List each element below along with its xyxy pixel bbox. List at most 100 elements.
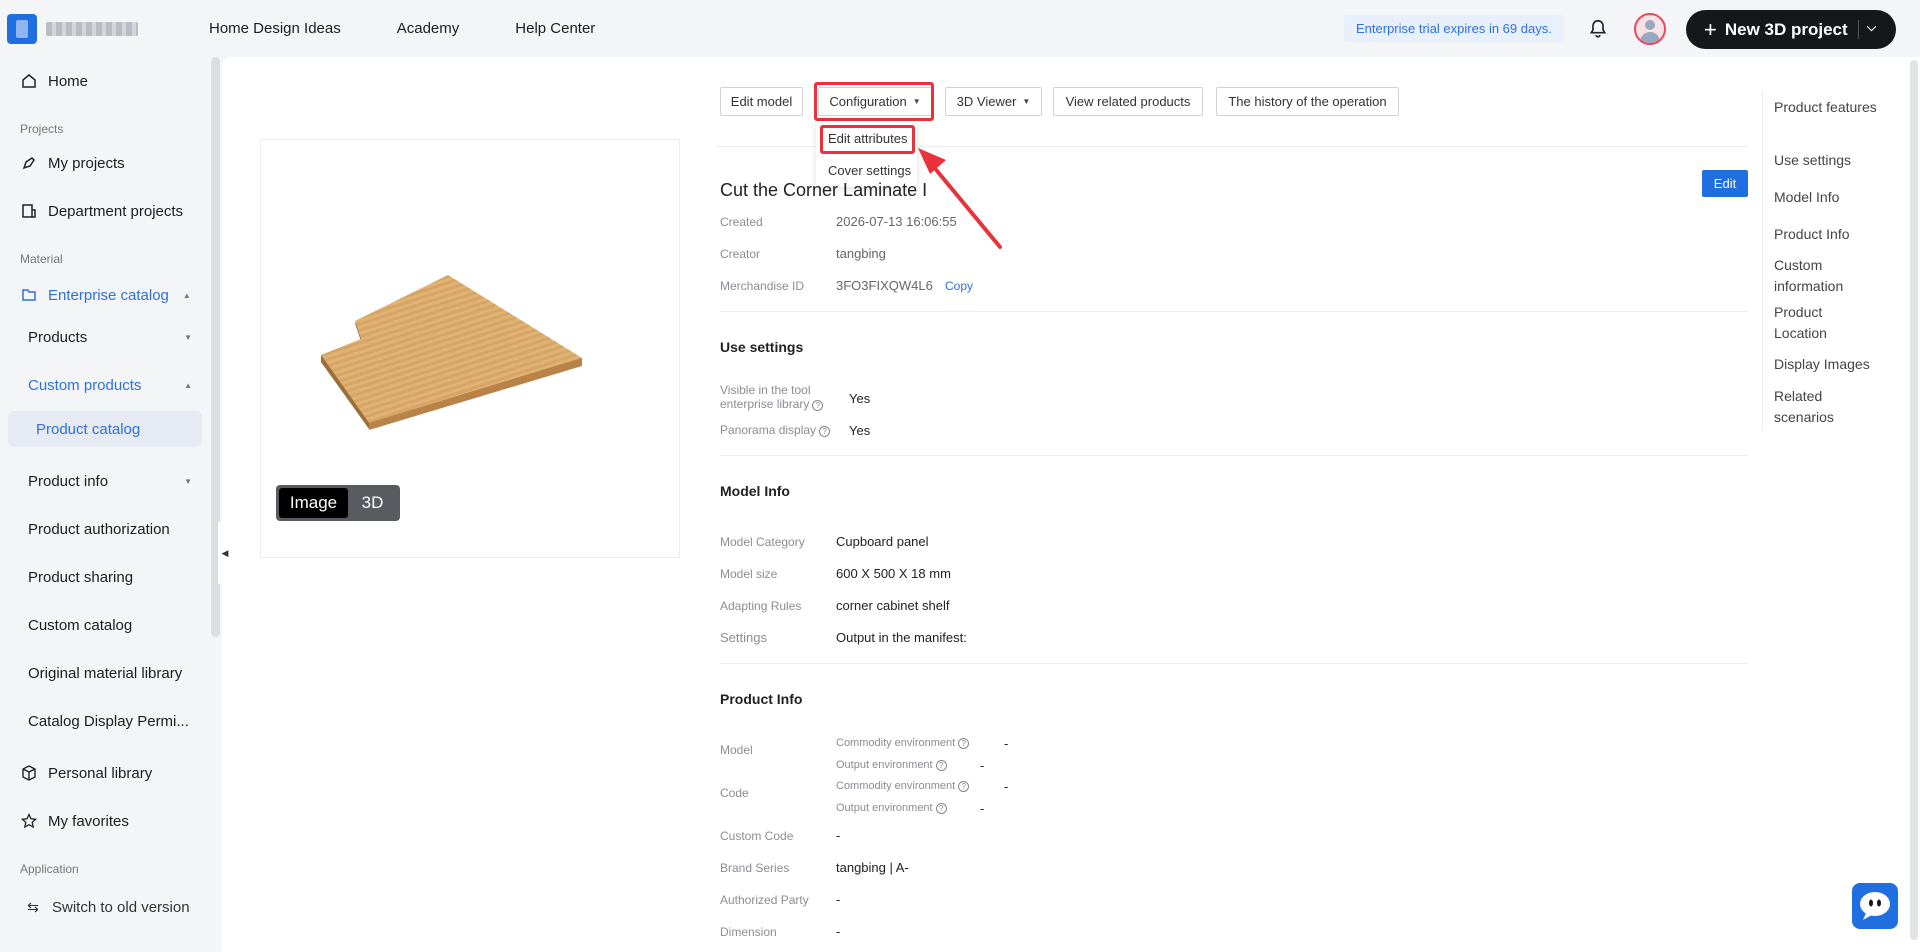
group-application: Application	[20, 862, 79, 876]
brand-series-value: tangbing | A-	[836, 860, 909, 875]
logo-icon[interactable]	[7, 14, 37, 44]
toggle-image[interactable]: Image	[279, 488, 348, 518]
annotation-arrow-icon	[918, 148, 1002, 249]
anchor-product-location[interactable]: Product Location	[1774, 302, 1854, 344]
trial-badge[interactable]: Enterprise trial expires in 69 days.	[1344, 15, 1564, 42]
sidebar-item-product-authorization[interactable]: Product authorization	[28, 521, 188, 538]
sidebar-label: Personal library	[48, 764, 153, 782]
sidebar-item-department-projects[interactable]: Department projects	[20, 202, 183, 220]
authorized-party-label: Authorized Party	[720, 893, 809, 907]
folder-icon	[20, 286, 38, 304]
sidebar-item-custom-catalog[interactable]: Custom catalog	[28, 617, 188, 634]
product-title: Cut the Corner Laminate I	[720, 180, 928, 200]
sidebar-item-switch-old-version[interactable]: ⇆ Switch to old version	[24, 898, 190, 916]
settings-value: Output in the manifest:	[836, 630, 967, 645]
nav-academy[interactable]: Academy	[397, 20, 460, 37]
menu-item-cover-settings[interactable]: Cover settings	[828, 163, 911, 178]
help-icon[interactable]: ?	[935, 760, 947, 771]
sidebar-item-product-sharing[interactable]: Product sharing	[28, 569, 188, 586]
dimension-label: Dimension	[720, 925, 777, 939]
sidebar-item-my-projects[interactable]: My projects	[20, 154, 125, 172]
help-icon[interactable]: ?	[958, 781, 970, 792]
code-label: Code	[720, 786, 749, 800]
anchor-product-info[interactable]: Product Info	[1774, 224, 1884, 245]
visible-label-line2: enterprise library	[720, 397, 810, 411]
new-3d-project-button[interactable]: + New 3D project ⌵	[1686, 10, 1896, 49]
sidebar-label: Product catalog	[36, 421, 141, 438]
help-icon[interactable]: ?	[819, 426, 831, 437]
collapse-sidebar-toggle[interactable]: ◀	[218, 522, 232, 584]
chevron-down-icon: ▼	[184, 333, 192, 342]
nav-help-center[interactable]: Help Center	[515, 20, 595, 37]
custom-code-value: -	[836, 828, 841, 843]
view-related-products-button[interactable]: View related products	[1053, 87, 1203, 116]
model-commodity-env: Commodity environment?	[836, 737, 970, 749]
env-label: Commodity environment	[836, 780, 956, 792]
env-label: Output environment	[836, 759, 933, 771]
chevron-down-icon: ▼	[184, 477, 192, 486]
sidebar-label: Products	[28, 329, 88, 346]
anchor-display-images[interactable]: Display Images	[1774, 354, 1884, 375]
brand-name	[46, 22, 138, 36]
image-3d-toggle[interactable]: Image 3D	[276, 485, 400, 521]
edit-model-button[interactable]: Edit model	[720, 87, 803, 116]
visible-value: Yes	[849, 391, 871, 406]
help-icon[interactable]: ?	[935, 803, 947, 814]
model-size-label: Model size	[720, 567, 778, 581]
bell-icon[interactable]	[1587, 18, 1609, 40]
creator-value: tangbing	[836, 246, 886, 261]
sidebar-item-product-catalog[interactable]: Product catalog	[36, 421, 196, 438]
3d-viewer-label: 3D Viewer	[956, 94, 1017, 109]
sidebar-label: Department projects	[48, 202, 184, 220]
chat-support-button[interactable]	[1852, 883, 1898, 929]
sidebar-item-home[interactable]: Home	[20, 72, 88, 90]
edit-button[interactable]: Edit	[1702, 170, 1748, 197]
copy-link[interactable]: Copy	[945, 279, 973, 293]
help-icon[interactable]: ?	[958, 738, 970, 749]
caret-down-icon: ▼	[1022, 97, 1031, 106]
env-label: Commodity environment	[836, 737, 956, 749]
anchor-product-features[interactable]: Product features	[1774, 97, 1884, 118]
user-avatar[interactable]	[1634, 13, 1666, 45]
model-info-title: Model Info	[720, 483, 790, 499]
anchor-related-scenarios[interactable]: Related scenarios	[1774, 386, 1854, 428]
sidebar-label: Custom products	[28, 377, 142, 394]
sidebar-label: Home	[48, 72, 89, 90]
sidebar-label: Product info	[28, 473, 109, 490]
sidebar-item-products[interactable]: Products ▼	[28, 329, 192, 346]
operation-history-button[interactable]: The history of the operation	[1216, 87, 1399, 116]
nav-home-design-ideas[interactable]: Home Design Ideas	[209, 20, 341, 37]
sidebar-item-product-info[interactable]: Product info ▼	[28, 473, 192, 490]
anchor-model-info[interactable]: Model Info	[1774, 187, 1884, 208]
brand-series-label: Brand Series	[720, 861, 790, 875]
chevron-down-icon[interactable]: ⌵	[1867, 20, 1876, 35]
swap-icon: ⇆	[27, 898, 39, 915]
toggle-3d[interactable]: 3D	[348, 493, 397, 513]
sidebar-item-custom-products[interactable]: Custom products ▲	[28, 377, 192, 394]
model-category-value: Cupboard panel	[836, 534, 929, 549]
sidebar-label: Switch to old version	[52, 898, 190, 916]
star-icon	[20, 812, 38, 830]
group-material: Material	[20, 252, 63, 266]
help-icon[interactable]: ?	[812, 400, 824, 411]
pen-icon	[20, 154, 38, 172]
code-commodity-env: Commodity environment?	[836, 780, 970, 792]
3d-viewer-button[interactable]: 3D Viewer ▼	[945, 87, 1042, 116]
panorama-label-text: Panorama display	[720, 423, 817, 437]
highlight-configuration	[814, 82, 934, 121]
sidebar-item-my-favorites[interactable]: My favorites	[20, 812, 129, 830]
page-scrollbar[interactable]	[1910, 60, 1918, 940]
model-category-label: Model Category	[720, 535, 805, 549]
sidebar-item-personal-library[interactable]: Personal library	[20, 764, 152, 782]
sidebar-item-original-material-library[interactable]: Original material library	[28, 665, 208, 682]
sidebar-label: My favorites	[48, 812, 129, 830]
anchor-custom-information[interactable]: Custom information	[1774, 255, 1864, 297]
sidebar-item-catalog-display[interactable]: Catalog Display Permi...	[28, 713, 208, 730]
cube-icon	[20, 764, 38, 782]
sidebar-item-enterprise-catalog[interactable]: Enterprise catalog ▲	[20, 286, 191, 304]
anchor-use-settings[interactable]: Use settings	[1774, 150, 1884, 171]
dimension-value: -	[836, 924, 841, 939]
authorized-party-value: -	[836, 892, 841, 907]
group-projects: Projects	[20, 122, 64, 136]
top-nav: Home Design Ideas Academy Help Center	[209, 0, 595, 57]
